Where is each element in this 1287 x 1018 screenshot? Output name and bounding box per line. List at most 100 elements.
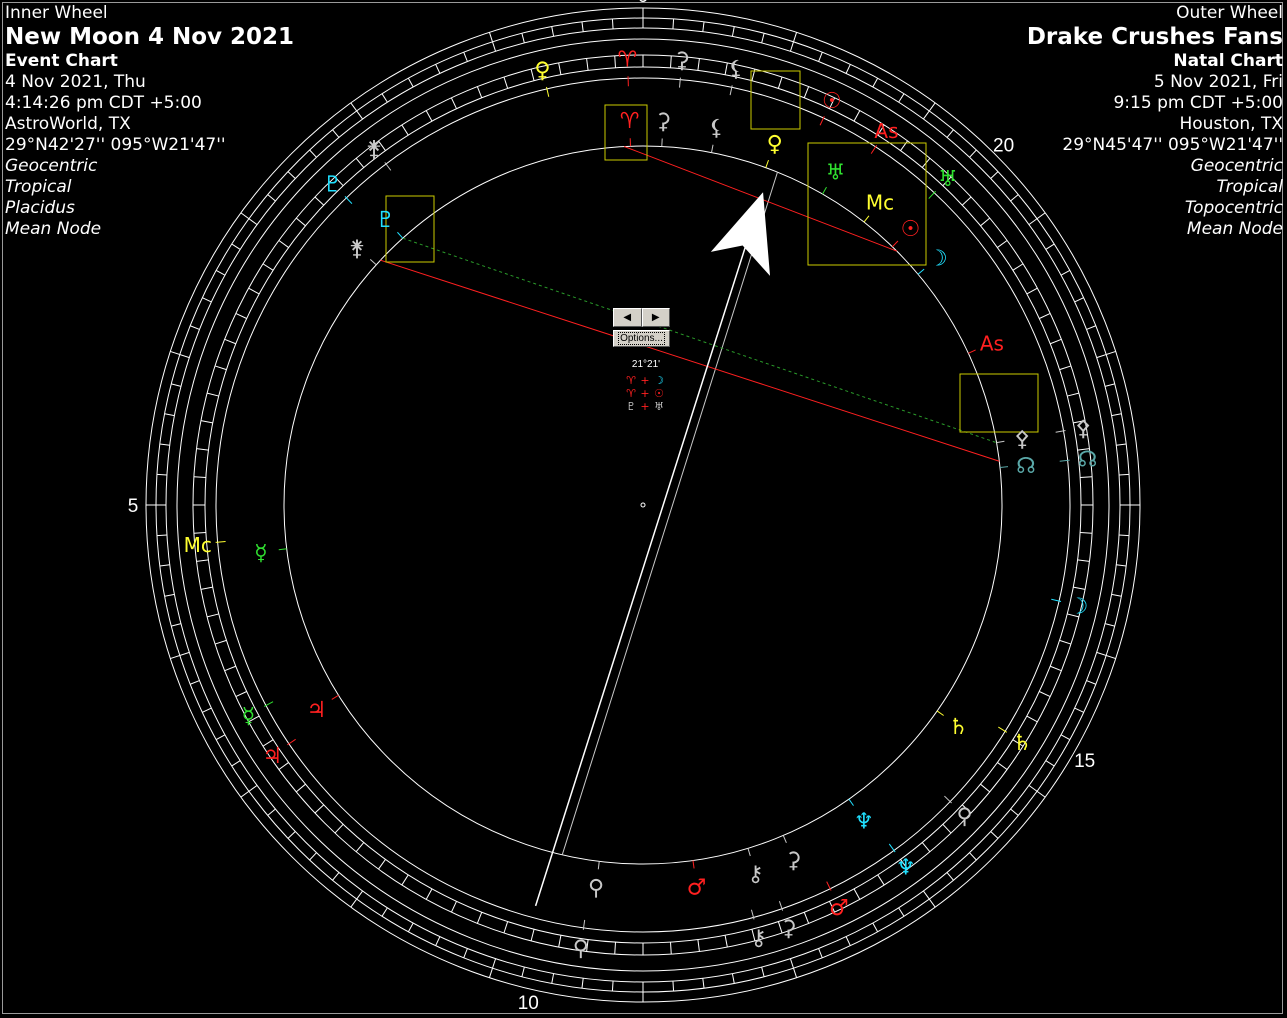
ceres-glyph: ⚳ <box>785 848 801 873</box>
dial-tick <box>1096 350 1116 359</box>
juno-glyph: ⚵ <box>349 236 365 261</box>
highlight-box <box>959 373 1039 433</box>
moon-glyph: ☽ <box>928 247 948 272</box>
dial-tick <box>332 129 340 138</box>
dial-tick <box>476 86 483 98</box>
north-node-glyph: ☊ <box>1078 447 1098 472</box>
dial-tick <box>355 157 365 168</box>
uranus-tick <box>822 186 827 195</box>
part-of-fortune-glyph: ⚴ <box>1014 427 1030 452</box>
dial-tick <box>314 804 325 814</box>
dial-tick <box>731 973 735 984</box>
ascendant-tick <box>870 144 878 154</box>
dial-tick <box>159 443 170 446</box>
dial-center <box>640 502 646 508</box>
pallas-tick <box>944 795 952 804</box>
prev-button[interactable]: ◀ <box>613 308 642 327</box>
dial-tick <box>558 935 562 948</box>
inner-setting: Geocentric <box>5 156 98 176</box>
south-node-glyph: ⚲ <box>588 876 604 901</box>
dial-tick <box>224 338 236 345</box>
dial-tick <box>202 707 212 713</box>
dial-tick <box>877 874 885 886</box>
ceres-glyph: ⚳ <box>780 917 796 942</box>
inner-setting: Mean Node <box>5 219 102 239</box>
dial-tick <box>961 196 972 206</box>
neptune-glyph: ♆ <box>896 856 916 881</box>
dial-tick <box>287 831 296 839</box>
options-button[interactable]: Options... <box>613 330 670 347</box>
dial-tick <box>1039 691 1051 698</box>
outer-setting: Mean Node <box>1186 219 1283 239</box>
pluto-glyph: ♇ <box>376 208 396 233</box>
dial-tick <box>614 942 616 955</box>
dial-tick <box>215 269 226 276</box>
dial-tick <box>207 392 219 397</box>
inner-chart-date: 4 Nov 2021, Thu <box>5 72 146 92</box>
outer-chart-time: 9:15 pm CDT +5:00 <box>1113 93 1283 113</box>
saturn-tick <box>936 710 944 716</box>
outer-chart-coords: 29°N45'47'' 095°W21'47'' <box>1062 135 1283 155</box>
next-button[interactable]: ▶ <box>641 308 670 327</box>
outer-wheel-info: Outer Wheel Drake Crushes Fans Natal Cha… <box>1027 3 1283 240</box>
dial-tick <box>818 52 823 62</box>
aspect-line-pluto-uranus <box>402 237 997 444</box>
dial-tick <box>231 243 241 250</box>
dial-tick <box>922 890 936 908</box>
dial-tick <box>521 966 525 977</box>
dial-pointer-line <box>534 196 762 907</box>
aspect-body-a: ♈ <box>626 374 636 387</box>
pallas-glyph: ⚲ <box>956 805 972 830</box>
dial-tick <box>425 888 433 900</box>
dial-tick <box>1077 559 1090 562</box>
dial-tick <box>503 76 509 89</box>
dial-tick <box>1119 473 1130 476</box>
dial-tick <box>1012 263 1024 271</box>
ascendant-glyph: As <box>980 331 1004 355</box>
dial-controls: ◀ ▶ Options... <box>613 308 670 347</box>
dial-tick <box>214 365 227 371</box>
moon-glyph: ☽ <box>1069 595 1089 620</box>
dial-tick <box>171 383 182 387</box>
outer-setting: Topocentric <box>1184 198 1283 218</box>
mars-tick <box>692 860 695 869</box>
dial-tick <box>845 64 851 74</box>
dial-tick <box>530 929 535 941</box>
dial-tick <box>672 18 675 29</box>
dial-tick <box>1080 476 1093 478</box>
dial-tick <box>1010 194 1019 202</box>
uranus-glyph: ♅ <box>938 167 958 192</box>
dial-tick <box>407 77 414 88</box>
jupiter-tick <box>287 738 296 746</box>
dial-angle-readout: 21°21' <box>631 359 661 370</box>
dial-tick <box>314 196 325 206</box>
aspect-cross: + <box>640 400 650 413</box>
south-node-glyph: ⚲ <box>573 937 589 962</box>
middle-ring <box>215 77 1071 933</box>
neptune-tick <box>888 843 896 853</box>
dial-tick <box>898 907 905 917</box>
lilith-tick <box>711 144 714 153</box>
dial-tick <box>853 110 861 122</box>
dial-tick <box>1059 365 1072 371</box>
juno-glyph: ⚵ <box>366 137 382 162</box>
ascendant-tick <box>968 349 976 354</box>
dial-tick <box>267 808 276 816</box>
venus-glyph: ♀ <box>767 132 783 157</box>
dial-tick <box>248 287 260 295</box>
dial-tick <box>200 586 213 590</box>
sun-glyph: ☉ <box>901 217 921 242</box>
dial-tick <box>240 784 258 798</box>
pluto-tick <box>344 196 353 204</box>
aspect-body-a: ♇ <box>626 400 636 413</box>
dial-tick <box>1096 651 1116 660</box>
mercury-glyph: ☿ <box>254 541 268 566</box>
dial-tick <box>731 26 735 37</box>
inner-chart-kind: Event Chart <box>5 51 118 71</box>
dial-tick <box>196 448 209 451</box>
dial-tick <box>702 21 705 32</box>
aspect-body-b: ♅ <box>654 400 664 413</box>
moon-tick <box>917 268 925 275</box>
dial-tick <box>1086 680 1096 685</box>
dial-tick <box>670 55 672 68</box>
